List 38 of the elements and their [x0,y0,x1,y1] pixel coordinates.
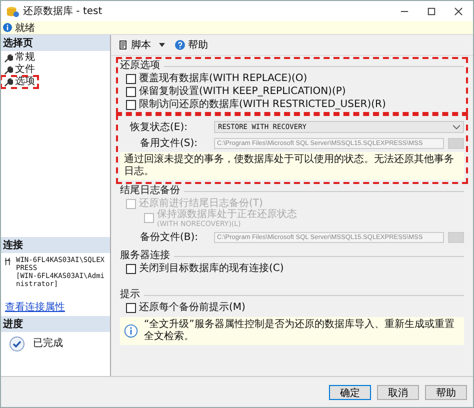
sidebar-item[interactable]: 选项 [1,76,38,88]
field-label: 备份文件(B): [139,230,200,244]
option-checkbox[interactable]: 保留复制设置(WITH KEEP_REPLICATION)(P) [120,85,346,98]
dialog-button[interactable]: 确定 [329,384,371,400]
info-icon [124,324,138,338]
section-header: 连接 [1,237,110,253]
progress-status: 已完成 [33,336,63,350]
option-checkbox[interactable]: 覆盖现有数据库(WITH REPLACE)(O) [120,72,308,85]
group-title: 提示 [120,289,140,301]
dialog-button[interactable]: 取消 [377,384,419,400]
description-text: 通过回滚未提交的事务，使数据库处于可以使用的状态。无法还原其他事务日志。 [120,152,464,180]
option-checkbox[interactable]: 还原每个备份前提示(M) [120,301,246,314]
group-title: 还原选项 [120,60,160,72]
database-icon [6,4,19,18]
sidebar-item[interactable]: 常规 [1,52,38,64]
group-title: 服务器连接 [120,250,170,262]
info-icon [3,23,12,32]
help-icon [175,40,185,50]
script-icon [118,40,128,50]
checkmark-icon [9,336,25,352]
option-checkbox[interactable]: 关闭到目标数据库的现有连接(C) [120,262,284,275]
info-text: “全文升级”服务器属性控制是否为还原的数据库导入、重新生成或重置全文检索。 [144,319,456,343]
section-header: 进度 [1,316,110,332]
toolbar-button[interactable]: 帮助 [172,37,211,53]
dialog-button[interactable]: 帮助 [425,384,467,400]
option-checkbox[interactable]: 限制访问还原的数据库(WITH RESTRICTED_USER)(R) [120,98,386,111]
toolbar-button[interactable]: 脚本 [115,37,168,53]
section-header: 选择页 [1,35,110,51]
field-label: 恢复状态(E): [128,120,188,134]
status-text: 就绪 [15,22,35,34]
chevron-icon [453,124,460,130]
group-title: 结尾日志备份 [120,185,180,197]
connection-properties-link[interactable]: 查看连接属性 [5,300,65,314]
maximize-icon[interactable] [427,6,436,16]
window-title: 还原数据库 - test [23,4,102,18]
field-label: 备用文件(S): [139,136,199,150]
close-icon[interactable] [454,6,463,16]
sidebar-item[interactable]: 文件 [1,64,38,76]
